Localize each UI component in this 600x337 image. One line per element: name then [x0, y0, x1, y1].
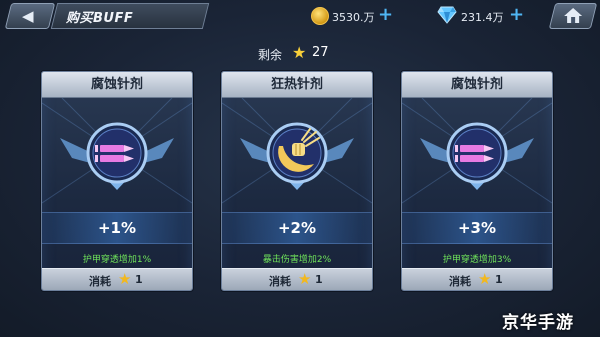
bonus-band: +3% [402, 212, 552, 244]
buff-card-1[interactable]: 腐蚀针剂 +1% 护甲穿透增加1% 消耗 ★ 1 [41, 71, 193, 291]
home-icon [564, 8, 583, 23]
cost-bar[interactable]: 消耗 ★ 1 [222, 268, 372, 290]
card-header: 狂热针剂 [222, 72, 372, 98]
watermark: 京华手游 [502, 313, 574, 333]
buff-description: 护甲穿透增加1% [82, 255, 152, 265]
diamond-amount: 231.4万 [461, 11, 504, 24]
cost-label: 消耗 [269, 275, 291, 288]
buff-card-2[interactable]: 狂热针剂 +2% 暴击伤害增加2% 消耗 ★ 1 [221, 71, 373, 291]
star-icon: ★ [118, 270, 132, 288]
star-icon: ★ [292, 43, 307, 62]
back-button[interactable]: ◀ [4, 3, 56, 29]
coin-amount: 3530.万 [332, 11, 375, 24]
top-bar: ◀ 购买BUFF 3530.万 + 231.4万 + [0, 0, 600, 32]
cost-value: 1 [315, 273, 323, 286]
add-diamonds-button[interactable]: + [509, 4, 524, 25]
cost-value: 1 [135, 273, 143, 286]
buff-description: 护甲穿透增加3% [442, 255, 512, 265]
page-title: 购买BUFF [66, 11, 134, 26]
fist-emblem-icon [222, 98, 372, 204]
back-arrow-icon: ◀ [22, 7, 34, 25]
bonus-band: +1% [42, 212, 192, 244]
card-header: 腐蚀针剂 [402, 72, 552, 98]
cost-label: 消耗 [89, 275, 111, 288]
cost-bar[interactable]: 消耗 ★ 1 [402, 268, 552, 290]
add-coins-button[interactable]: + [378, 4, 393, 25]
cost-value: 1 [495, 273, 503, 286]
card-title: 腐蚀针剂 [90, 77, 143, 92]
card-title: 狂热针剂 [270, 77, 323, 92]
star-icon: ★ [478, 270, 492, 288]
card-title: 腐蚀针剂 [450, 77, 503, 92]
buff-card-3[interactable]: 腐蚀针剂 +3% 护甲穿透增加3% 消耗 ★ 1 [401, 71, 553, 291]
remaining-count: 27 [312, 45, 329, 60]
diamond-icon [437, 6, 457, 24]
card-header: 腐蚀针剂 [42, 72, 192, 98]
buff-description: 暴击伤害增加2% [262, 255, 332, 265]
home-button[interactable] [548, 3, 598, 29]
star-icon: ★ [298, 270, 312, 288]
bullet-emblem-icon [402, 98, 552, 204]
bonus-value: +2% [277, 219, 317, 237]
bullet-emblem-icon [42, 98, 192, 204]
cost-label: 消耗 [449, 275, 471, 288]
bonus-value: +3% [457, 219, 497, 237]
bonus-band: +2% [222, 212, 372, 244]
coin-icon [311, 7, 329, 25]
cost-bar[interactable]: 消耗 ★ 1 [42, 268, 192, 290]
remaining-label: 剩余 [258, 48, 283, 62]
bonus-value: +1% [97, 219, 137, 237]
